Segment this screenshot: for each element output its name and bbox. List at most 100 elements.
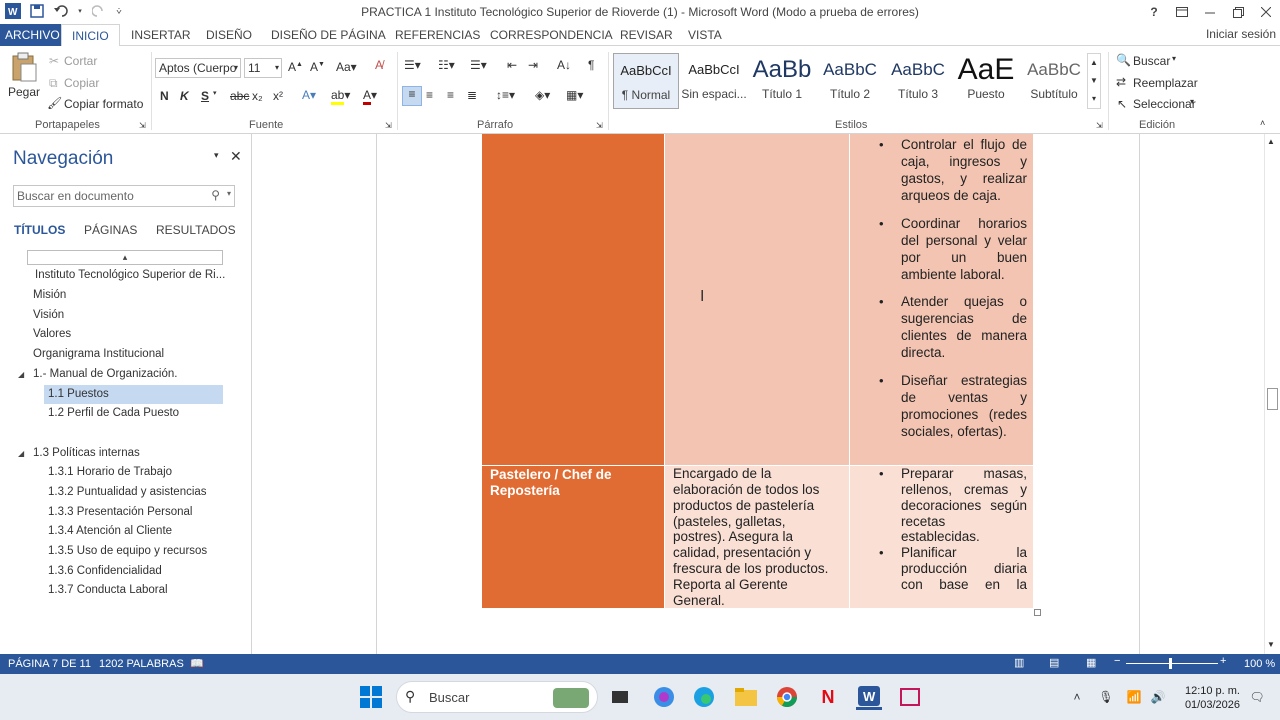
nav-options-icon[interactable]: ▾ [214, 150, 219, 161]
align-left-icon[interactable]: ≡ [402, 86, 422, 106]
format-painter-button[interactable]: Copiar formato [64, 97, 143, 111]
nav-item-horario[interactable]: 1.3.1 Horario de Trabajo [48, 463, 172, 482]
document-page[interactable]: • Controlar el flujo de caja, ingresos y… [376, 134, 1140, 654]
tab-diseno[interactable]: DISEÑO [206, 24, 252, 46]
style-titulo-3[interactable]: AaBbC Título 3 [885, 53, 951, 109]
nav-item-puestos[interactable]: 1.1 Puestos [44, 385, 223, 404]
snipping-tool-icon[interactable] [897, 684, 923, 710]
multilevel-list-icon[interactable]: ☰▾ [470, 58, 487, 72]
style-titulo-1[interactable]: AaBb Título 1 [749, 53, 815, 109]
ribbon-display-options-icon[interactable] [1168, 0, 1196, 24]
zoom-slider[interactable] [1126, 663, 1218, 664]
chevron-down-icon[interactable]: ▾ [1172, 54, 1176, 63]
sign-in-link[interactable]: Iniciar sesión [1206, 27, 1276, 41]
font-name-box[interactable]: Aptos (Cuerpo ▾ [155, 58, 241, 78]
paragraph-launcher-icon[interactable]: ⇲ [596, 121, 603, 130]
restore-icon[interactable] [1224, 0, 1252, 24]
zoom-level[interactable]: 100 % [1244, 658, 1275, 670]
decrease-indent-icon[interactable]: ⇤ [507, 58, 517, 72]
paste-button[interactable]: Pegar [7, 52, 41, 108]
table-cell-functions[interactable]: • Controlar el flujo de caja, ingresos y… [850, 134, 1033, 465]
expand-triangle-icon[interactable]: ◢ [18, 370, 24, 379]
page-count[interactable]: PÁGINA 7 DE 11 [8, 658, 91, 670]
file-explorer-icon[interactable] [733, 684, 759, 710]
strikethrough-icon[interactable]: abc [230, 89, 249, 103]
close-icon[interactable] [1252, 0, 1280, 24]
taskbar-search[interactable]: ⚲ Buscar [396, 681, 598, 713]
nav-item-perfil[interactable]: 1.2 Perfil de Cada Puesto [48, 404, 179, 423]
nav-search-input[interactable]: Buscar en documento ⚲ ▾ [13, 185, 235, 207]
wifi-icon[interactable]: 📶 [1121, 684, 1147, 710]
font-launcher-icon[interactable]: ⇲ [385, 121, 392, 130]
nav-item-mision[interactable]: Misión [33, 286, 66, 305]
style-normal[interactable]: AaBbCcI ¶ Normal [613, 53, 679, 109]
font-color-icon[interactable]: A▾ [363, 88, 377, 105]
nav-item-valores[interactable]: Valores [33, 325, 71, 344]
read-mode-icon[interactable]: ▥ [1014, 656, 1024, 669]
grow-font-icon[interactable]: A▲ [288, 60, 303, 74]
style-subtitulo[interactable]: AaBbC Subtítulo [1021, 53, 1087, 109]
nav-item-atencion[interactable]: 1.3.4 Atención al Cliente [48, 522, 172, 541]
zoom-out-icon[interactable]: − [1114, 655, 1120, 667]
collapse-ribbon-icon[interactable]: ˄ [1260, 118, 1265, 128]
replace-button[interactable]: Reemplazar [1133, 76, 1198, 90]
shrink-font-icon[interactable]: A▼ [310, 60, 325, 74]
nav-item-manual[interactable]: 1.- Manual de Organización. [33, 365, 177, 384]
highlight-icon[interactable]: ab▾ [331, 88, 350, 105]
clear-formatting-icon[interactable]: A̸ [375, 58, 383, 72]
tab-archivo[interactable]: ARCHIVO [0, 24, 65, 46]
styles-scroll[interactable]: ▲ ▼ ▾ [1087, 53, 1101, 109]
table-cell-role[interactable] [482, 134, 664, 465]
nav-item-politicas[interactable]: 1.3 Políticas internas [33, 444, 140, 463]
scroll-up-icon[interactable]: ▲ [1267, 137, 1275, 146]
microphone-icon[interactable]: 🎙 [1093, 684, 1119, 710]
notifications-icon[interactable]: 🗨 [1244, 684, 1270, 710]
tab-vista[interactable]: VISTA [688, 24, 722, 46]
bullets-icon[interactable]: ☰▾ [404, 58, 421, 72]
shading-icon[interactable]: ◈▾ [535, 88, 550, 102]
word-taskbar-icon[interactable]: W [856, 684, 882, 710]
chevron-down-icon[interactable]: ▾ [227, 189, 231, 198]
table-cell-description[interactable] [665, 134, 849, 465]
print-layout-icon[interactable]: ▤ [1049, 656, 1059, 669]
vertical-scrollbar[interactable]: ▲ ▼ [1264, 134, 1280, 654]
sort-icon[interactable]: A↓ [557, 58, 571, 72]
nav-item-confidencialidad[interactable]: 1.3.6 Confidencialidad [48, 562, 162, 581]
help-button[interactable]: ? [1140, 0, 1168, 24]
netflix-icon[interactable]: N [815, 684, 841, 710]
tab-diseno-de-pagina[interactable]: DISEÑO DE PÁGINA [271, 24, 386, 46]
text-effects-icon[interactable]: A▾ [302, 88, 316, 102]
copilot-icon[interactable] [651, 684, 677, 710]
document-area[interactable]: • Controlar el flujo de caja, ingresos y… [253, 134, 1264, 654]
tab-resultados[interactable]: RESULTADOS [156, 223, 236, 237]
edge-icon[interactable] [691, 684, 717, 710]
superscript-icon[interactable]: x² [273, 89, 283, 103]
select-button[interactable]: Seleccionar [1133, 97, 1196, 111]
change-case-icon[interactable]: Aa▾ [336, 60, 357, 74]
table-cell-functions[interactable]: • Preparar masas, rellenos, cremas y dec… [850, 466, 1033, 608]
windows-start-icon[interactable] [358, 684, 384, 710]
font-size-box[interactable]: 11 ▾ [244, 58, 282, 78]
clock[interactable]: 12:10 p. m. 01/03/2026 [1178, 684, 1240, 712]
nav-close-icon[interactable]: ✕ [230, 148, 242, 165]
collapse-all-bar[interactable]: ▴ [27, 250, 223, 265]
show-formatting-icon[interactable]: ¶ [588, 58, 594, 72]
line-spacing-icon[interactable]: ↕≡▾ [496, 88, 515, 102]
tab-insertar[interactable]: INSERTAR [131, 24, 191, 46]
nav-item-puntualidad[interactable]: 1.3.2 Puntualidad y asistencias [48, 483, 207, 502]
chevron-down-icon[interactable]: ▾ [213, 89, 217, 97]
style-puesto[interactable]: AaE Puesto [953, 53, 1019, 109]
tab-paginas[interactable]: PÁGINAS [84, 223, 137, 237]
nav-item-vision[interactable]: Visión [33, 306, 64, 325]
subscript-icon[interactable]: x₂ [252, 89, 263, 103]
chevron-down-icon[interactable]: ▾ [1190, 97, 1194, 106]
nav-item-uso-equipo[interactable]: 1.3.5 Uso de equipo y recursos [48, 542, 207, 561]
tab-referencias[interactable]: REFERENCIAS [395, 24, 480, 46]
table-resize-handle[interactable] [1034, 609, 1041, 616]
cut-button[interactable]: Cortar [64, 54, 97, 68]
scroll-down-icon[interactable]: ▼ [1267, 640, 1275, 649]
style-titulo-2[interactable]: AaBbC Título 2 [817, 53, 883, 109]
minimize-icon[interactable] [1196, 0, 1224, 24]
chrome-icon[interactable] [774, 684, 800, 710]
increase-indent-icon[interactable]: ⇥ [528, 58, 538, 72]
